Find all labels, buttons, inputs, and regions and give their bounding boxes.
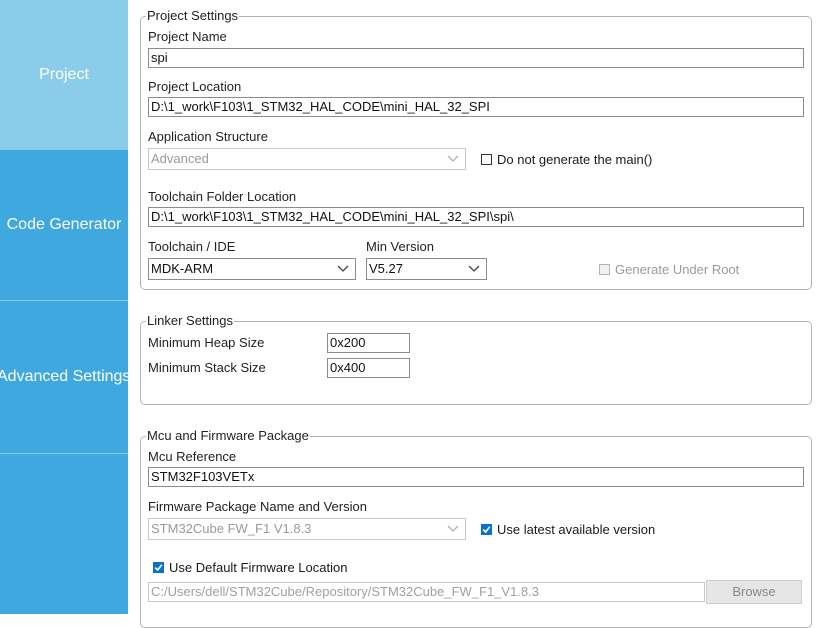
- generate-under-root-checkbox[interactable]: Generate Under Root: [599, 262, 739, 277]
- checkbox-box: [153, 562, 164, 573]
- use-default-fw-location-checkbox[interactable]: Use Default Firmware Location: [153, 560, 347, 575]
- use-latest-version-checkbox[interactable]: Use latest available version: [481, 522, 655, 537]
- generate-under-root-label: Generate Under Root: [615, 262, 740, 277]
- toolchain-folder-input[interactable]: D:\1_work\F103\1_STM32_HAL_CODE\mini_HAL…: [148, 207, 804, 227]
- chevron-down-icon: [337, 265, 349, 272]
- min-stack-size-input[interactable]: 0x400: [327, 358, 410, 378]
- chevron-down-icon: [468, 265, 480, 272]
- sidebar: Project Code Generator Advanced Settings: [0, 0, 128, 614]
- sidebar-item-code-generator[interactable]: Code Generator: [0, 150, 128, 300]
- firmware-location-input[interactable]: C:/Users/dell/STM32Cube/Repository/STM32…: [148, 582, 705, 602]
- min-version-value: V5.27: [369, 261, 403, 276]
- project-settings-group: Project Settings Project Name spi Projec…: [140, 8, 812, 290]
- use-default-fw-location-label: Use Default Firmware Location: [169, 560, 348, 575]
- checkbox-box: [599, 264, 610, 275]
- mcu-firmware-group: Mcu and Firmware Package Mcu Reference S…: [140, 428, 812, 628]
- min-heap-size-label: Minimum Heap Size: [148, 335, 265, 350]
- min-version-label: Min Version: [366, 239, 434, 254]
- project-location-label: Project Location: [148, 79, 242, 94]
- sidebar-divider: [0, 453, 128, 454]
- do-not-generate-main-checkbox[interactable]: Do not generate the main(): [481, 152, 652, 167]
- min-stack-size-label: Minimum Stack Size: [148, 360, 266, 375]
- checkmark-icon: [154, 564, 163, 572]
- sidebar-item-label: Project: [39, 66, 89, 83]
- mcu-reference-label: Mcu Reference: [148, 449, 237, 464]
- toolchain-ide-select[interactable]: MDK-ARM: [148, 258, 356, 280]
- mcu-reference-input[interactable]: STM32F103VETx: [148, 467, 804, 487]
- min-version-select[interactable]: V5.27: [366, 258, 487, 280]
- firmware-package-value: STM32Cube FW_F1 V1.8.3: [151, 521, 312, 536]
- browse-button[interactable]: Browse: [706, 580, 802, 604]
- sidebar-item-label: Advanced Settings: [0, 368, 128, 385]
- sidebar-item-advanced-settings[interactable]: Advanced Settings: [0, 301, 128, 453]
- application-structure-select[interactable]: Advanced: [148, 148, 466, 170]
- group-title: Linker Settings: [146, 313, 234, 329]
- project-location-input[interactable]: D:\1_work\F103\1_STM32_HAL_CODE\mini_HAL…: [148, 97, 804, 117]
- sidebar-item-label: Code Generator: [6, 216, 122, 233]
- project-name-input[interactable]: spi: [148, 48, 804, 68]
- group-title: Project Settings: [146, 8, 240, 24]
- chevron-down-icon: [447, 155, 459, 162]
- content-panel: Project Settings Project Name spi Projec…: [128, 0, 830, 628]
- use-latest-version-label: Use latest available version: [497, 522, 656, 537]
- chevron-down-icon: [447, 525, 459, 532]
- project-name-label: Project Name: [148, 29, 227, 44]
- application-structure-label: Application Structure: [148, 129, 268, 144]
- sidebar-item-project[interactable]: Project: [0, 0, 128, 150]
- checkbox-box: [481, 154, 492, 165]
- do-not-generate-main-label: Do not generate the main(): [497, 152, 653, 167]
- application-structure-value: Advanced: [151, 151, 209, 166]
- firmware-package-label: Firmware Package Name and Version: [148, 499, 367, 514]
- checkmark-icon: [482, 526, 491, 534]
- firmware-package-select[interactable]: STM32Cube FW_F1 V1.8.3: [148, 518, 466, 540]
- toolchain-ide-label: Toolchain / IDE: [148, 239, 236, 254]
- toolchain-folder-label: Toolchain Folder Location: [148, 189, 297, 204]
- min-heap-size-input[interactable]: 0x200: [327, 333, 410, 353]
- toolchain-ide-value: MDK-ARM: [151, 261, 214, 276]
- group-title: Mcu and Firmware Package: [146, 428, 310, 444]
- linker-settings-group: Linker Settings Minimum Heap Size 0x200 …: [140, 313, 812, 405]
- checkbox-box: [481, 524, 492, 535]
